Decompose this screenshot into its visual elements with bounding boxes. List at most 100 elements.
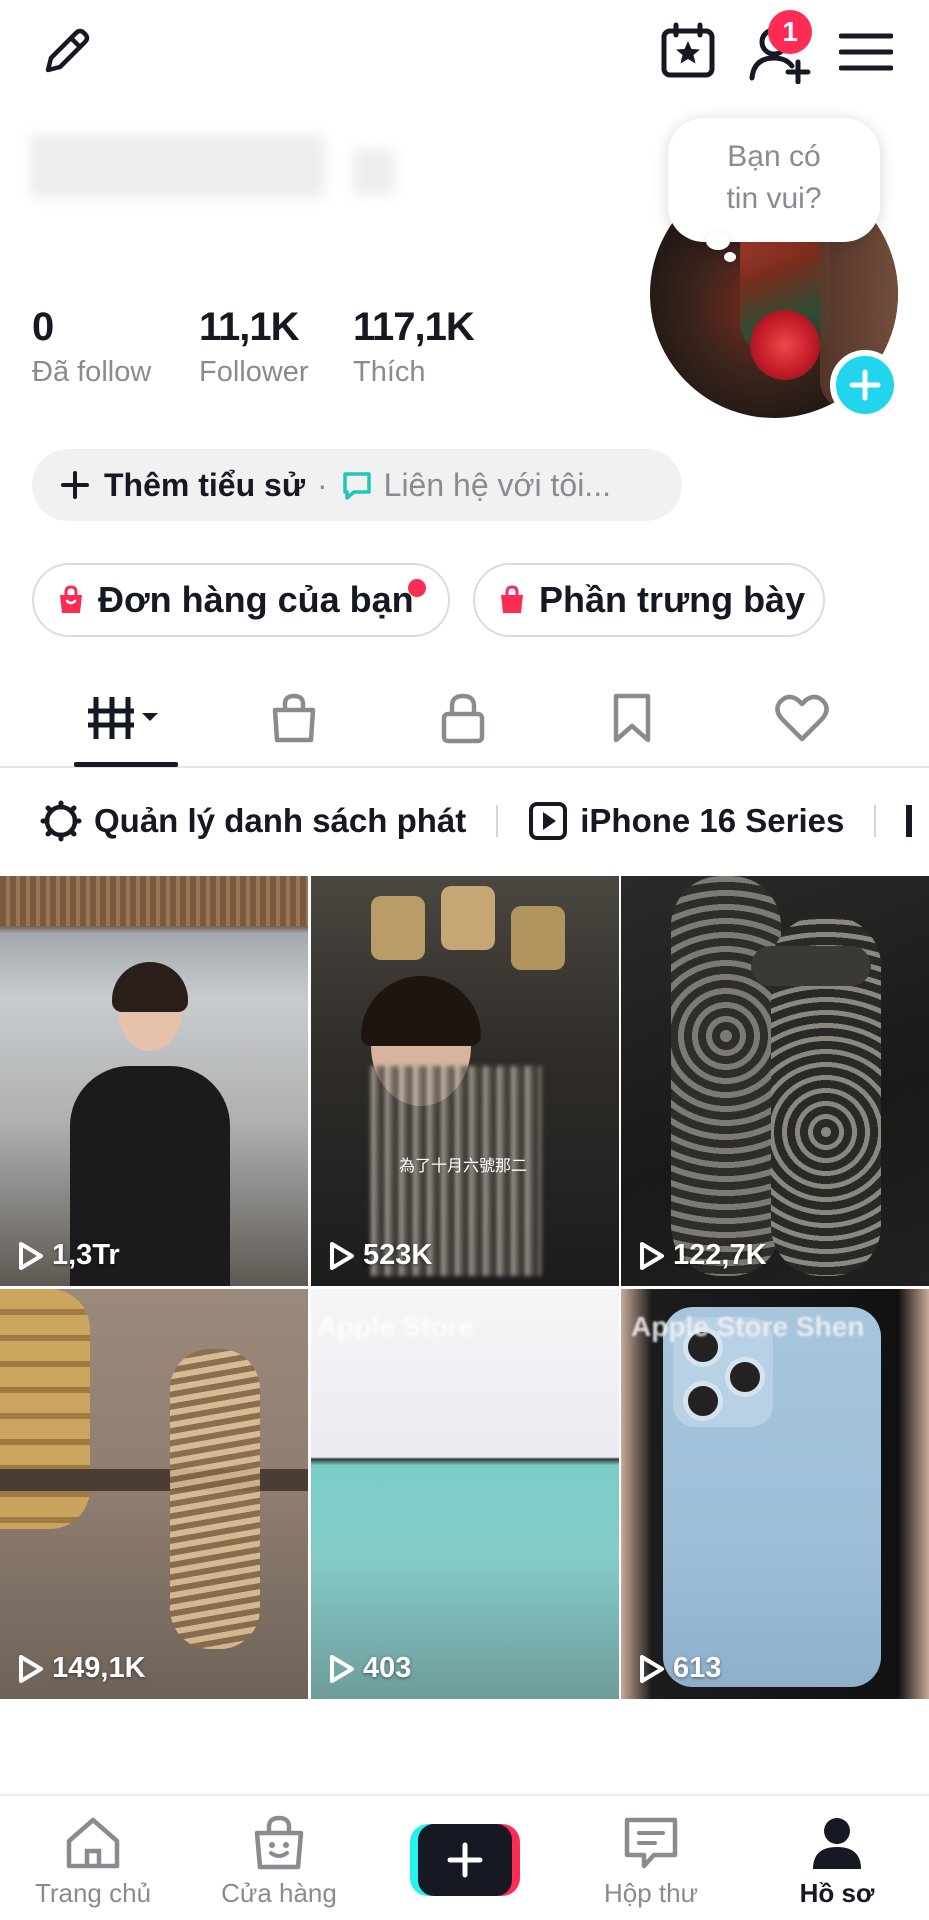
view-count: 149,1K	[18, 1652, 146, 1685]
shopping-bag-icon	[501, 585, 523, 613]
video-banner-text: Apple Store Shen	[631, 1311, 865, 1342]
view-count-text: 523K	[363, 1239, 433, 1271]
play-icon	[19, 1241, 43, 1270]
playlist-item[interactable]: iPhone 16 Series	[528, 801, 844, 841]
video-thumbnail[interactable]: 為了十月六號那二 523K	[311, 876, 619, 1286]
video-thumbnail[interactable]: 122,7K	[621, 876, 929, 1286]
video-banner-text: Apple Store	[317, 1311, 475, 1342]
playlist-label: iPhone 16 Series	[580, 802, 845, 839]
bottom-navigation: Trang chủ Cửa hàng Hộp thư Hồ sơ	[0, 1794, 929, 1920]
grid-icon	[88, 697, 158, 739]
orders-chip[interactable]: Đơn hàng của bạn	[32, 563, 450, 637]
profile-icon	[813, 1818, 861, 1869]
thumbnail-detail	[371, 896, 425, 960]
playlist-more-indicator	[906, 805, 913, 837]
view-count-text: 613	[673, 1652, 722, 1684]
view-count-text: 149,1K	[52, 1652, 146, 1684]
nav-home[interactable]: Trang chủ	[0, 1796, 186, 1920]
video-thumbnail[interactable]: Apple Store Shen 613	[621, 1289, 929, 1699]
stat-value: 11,1K	[199, 305, 300, 349]
divider	[496, 805, 499, 837]
stat-following[interactable]: 0 Đã follow	[32, 302, 151, 392]
heart-icon	[775, 694, 829, 742]
play-square-icon	[529, 802, 568, 840]
tab-favorites[interactable]	[572, 670, 692, 766]
view-count: 523K	[329, 1239, 432, 1272]
message-icon	[342, 472, 371, 500]
bio-contact-pill: Thêm tiểu sử · Liên hệ với tôi...	[32, 449, 682, 521]
avatar-image-detail	[750, 310, 820, 380]
tab-liked[interactable]	[742, 670, 862, 766]
stat-label: Thích	[353, 356, 426, 388]
gear-icon	[40, 800, 82, 842]
view-count: 613	[639, 1652, 721, 1685]
thumbnail-detail	[112, 962, 188, 1012]
shopping-bag-icon	[272, 693, 316, 743]
nav-shop[interactable]: Cửa hàng	[186, 1796, 372, 1920]
view-count: 122,7K	[639, 1239, 767, 1272]
view-count-text: 403	[363, 1652, 412, 1684]
top-bar: 1	[0, 0, 929, 110]
showcase-chip[interactable]: Phần trưng bày	[473, 563, 825, 637]
calendar-star-icon[interactable]	[655, 18, 721, 84]
orders-label: Đơn hàng của bạn	[98, 579, 414, 620]
profile-tabs	[0, 670, 929, 768]
home-icon	[66, 1817, 120, 1869]
video-caption: 為了十月六號那二	[399, 1158, 528, 1175]
pencil-icon[interactable]	[30, 20, 102, 84]
video-thumbnail[interactable]: 149,1K	[0, 1289, 308, 1699]
create-button-face	[418, 1824, 512, 1896]
thumbnail-detail	[751, 946, 871, 986]
play-icon	[640, 1654, 664, 1683]
notification-badge: 1	[768, 10, 812, 54]
manage-playlists-label: Quản lý danh sách phát	[94, 802, 467, 839]
inbox-icon	[624, 1817, 678, 1869]
plus-icon[interactable]	[60, 470, 90, 500]
manage-playlists-button[interactable]: Quản lý danh sách phát	[40, 800, 466, 842]
stat-label: Đã follow	[32, 356, 152, 388]
plus-icon	[447, 1842, 483, 1878]
video-thumbnail[interactable]: 1,3Tr	[0, 876, 308, 1286]
thumbnail-detail	[170, 1349, 260, 1649]
contact-me-button[interactable]: Liên hệ với tôi...	[384, 467, 611, 504]
stat-label: Follower	[199, 356, 309, 388]
bookmark-icon	[613, 693, 651, 743]
thumbnail-detail	[683, 1381, 723, 1421]
playlist-bar: Quản lý danh sách phát iPhone 16 Series	[0, 790, 929, 852]
thumbnail-detail	[441, 886, 495, 950]
nav-label: Trang chủ	[34, 1878, 152, 1908]
play-icon	[19, 1654, 43, 1683]
nav-inbox[interactable]: Hộp thư	[558, 1796, 744, 1920]
tab-videos[interactable]	[66, 670, 186, 766]
video-thumbnail[interactable]: Apple Store 403	[311, 1289, 619, 1699]
separator: ·	[316, 466, 328, 503]
thumbnail-detail	[0, 1469, 308, 1491]
nav-profile[interactable]: Hồ sơ	[744, 1796, 929, 1920]
thumbnail-detail	[0, 876, 308, 926]
view-count-text: 122,7K	[673, 1239, 767, 1271]
bubble-tail	[724, 252, 736, 262]
add-bio-button[interactable]: Thêm tiểu sử	[104, 467, 305, 504]
thumbnail-detail	[725, 1357, 765, 1397]
stat-likes[interactable]: 117,1K Thích	[353, 302, 475, 392]
shopping-bag-icon	[60, 585, 82, 613]
stat-value: 0	[32, 305, 54, 349]
view-count: 1,3Tr	[18, 1239, 120, 1272]
nav-label: Hộp thư	[603, 1878, 698, 1908]
play-icon	[330, 1241, 354, 1270]
status-thought-bubble[interactable]: Bạn có tin vui?	[668, 118, 880, 242]
thumbnail-detail	[361, 976, 481, 1046]
bubble-tail	[706, 232, 730, 250]
lock-icon	[441, 693, 485, 744]
nav-label: Cửa hàng	[221, 1878, 337, 1908]
hamburger-icon[interactable]	[836, 22, 896, 82]
divider	[874, 805, 877, 837]
tab-private[interactable]	[403, 670, 523, 766]
showcase-label: Phần trưng bày	[539, 579, 806, 620]
notification-dot	[408, 579, 426, 597]
stat-followers[interactable]: 11,1K Follower	[199, 302, 309, 392]
tab-shop[interactable]	[234, 670, 354, 766]
create-button[interactable]	[410, 1824, 520, 1896]
add-avatar-plus-icon[interactable]	[830, 350, 900, 420]
bubble-text-line1: Bạn có	[727, 140, 821, 173]
